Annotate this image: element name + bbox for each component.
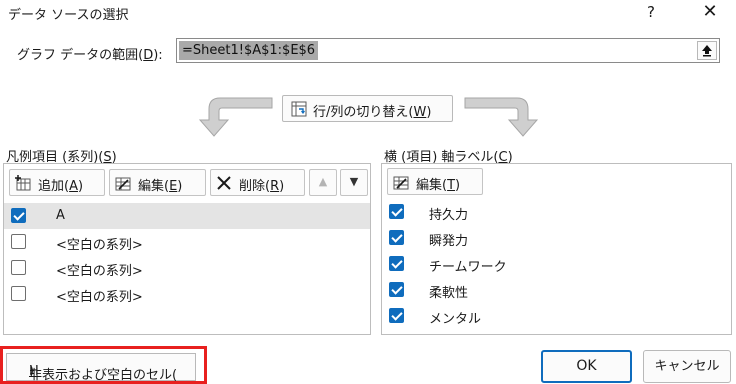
list-item[interactable]: チームワーク (382, 251, 731, 277)
series-checkbox[interactable] (11, 260, 26, 275)
list-item[interactable]: <空白の系列> (4, 281, 370, 307)
edit-table-icon (393, 176, 409, 190)
series-label: <空白の系列> (56, 264, 143, 279)
series-label: <空白の系列> (56, 290, 143, 305)
list-item[interactable]: メンタル (382, 303, 731, 329)
edit-series-label: 編集(E) (138, 179, 183, 194)
collapse-arrow-icon (702, 45, 712, 57)
category-checkbox[interactable] (389, 230, 404, 245)
remove-series-label: 削除(R) (239, 179, 285, 194)
add-series-button[interactable]: 追加(A) (9, 169, 105, 196)
edit-axis-labels-label: 編集(T) (416, 178, 461, 193)
move-down-button[interactable]: ▼ (340, 169, 368, 196)
ok-button[interactable]: OK (541, 350, 632, 383)
left-curved-arrow-icon (198, 97, 273, 137)
close-button[interactable]: ✕ (692, 0, 728, 24)
category-label: メンタル (429, 312, 482, 327)
remove-series-button[interactable]: 削除(R) (210, 169, 305, 196)
list-item[interactable]: 持久力 (382, 199, 731, 225)
add-icon (15, 175, 31, 191)
series-checkbox[interactable] (11, 286, 26, 301)
axis-labels-panel: 編集(T) 持久力 瞬発力 チームワーク 柔軟性 メンタル (381, 163, 732, 335)
list-item[interactable]: 瞬発力 (382, 225, 731, 251)
add-series-label: 追加(A) (38, 179, 84, 194)
cancel-button[interactable]: キャンセル (643, 350, 731, 383)
list-item[interactable]: A (4, 203, 370, 229)
range-value: =Sheet1!$A$1:$E$6 (179, 41, 319, 60)
help-button[interactable]: ? (636, 0, 666, 24)
category-label: 瞬発力 (429, 234, 469, 249)
move-up-button[interactable]: ▲ (309, 169, 337, 196)
edit-table-icon (115, 177, 131, 191)
series-label: <空白の系列> (56, 238, 143, 253)
list-item[interactable]: <空白の系列> (4, 229, 370, 255)
category-checkbox[interactable] (389, 308, 404, 323)
switch-row-column-icon (291, 101, 307, 117)
series-label: A (56, 208, 65, 223)
category-checkbox[interactable] (389, 204, 404, 219)
range-input[interactable]: =Sheet1!$A$1:$E$6 (176, 38, 720, 63)
list-item[interactable]: 柔軟性 (382, 277, 731, 303)
highlight-annotation-box (0, 346, 207, 384)
series-checkbox[interactable] (11, 208, 26, 223)
category-label: チームワーク (429, 260, 507, 275)
category-checkbox[interactable] (389, 256, 404, 271)
category-checkbox[interactable] (389, 282, 404, 297)
axis-labels-list: 持久力 瞬発力 チームワーク 柔軟性 メンタル (382, 197, 731, 334)
switch-row-column-label: 行/列の切り替え(W) (313, 105, 432, 120)
list-item[interactable]: <空白の系列> (4, 255, 370, 281)
collapse-dialog-button[interactable] (697, 41, 717, 60)
range-label: グラフ データの範囲(D): (17, 48, 163, 63)
legend-entries-list: A <空白の系列> <空白の系列> <空白の系列> (4, 203, 370, 334)
dialog-title: データ ソースの選択 (8, 8, 129, 23)
switch-row-column-button[interactable]: 行/列の切り替え(W) (282, 95, 453, 122)
legend-entries-panel: 追加(A) 編集(E) 削除(R) ▲ ▼ A <空白の系列> <空白の系列> (3, 163, 371, 335)
edit-series-button[interactable]: 編集(E) (109, 169, 206, 196)
edit-axis-labels-button[interactable]: 編集(T) (387, 168, 483, 195)
category-label: 持久力 (429, 208, 469, 223)
category-label: 柔軟性 (429, 286, 469, 301)
delete-x-icon (217, 176, 231, 190)
series-checkbox[interactable] (11, 234, 26, 249)
right-curved-arrow-icon (464, 97, 539, 137)
